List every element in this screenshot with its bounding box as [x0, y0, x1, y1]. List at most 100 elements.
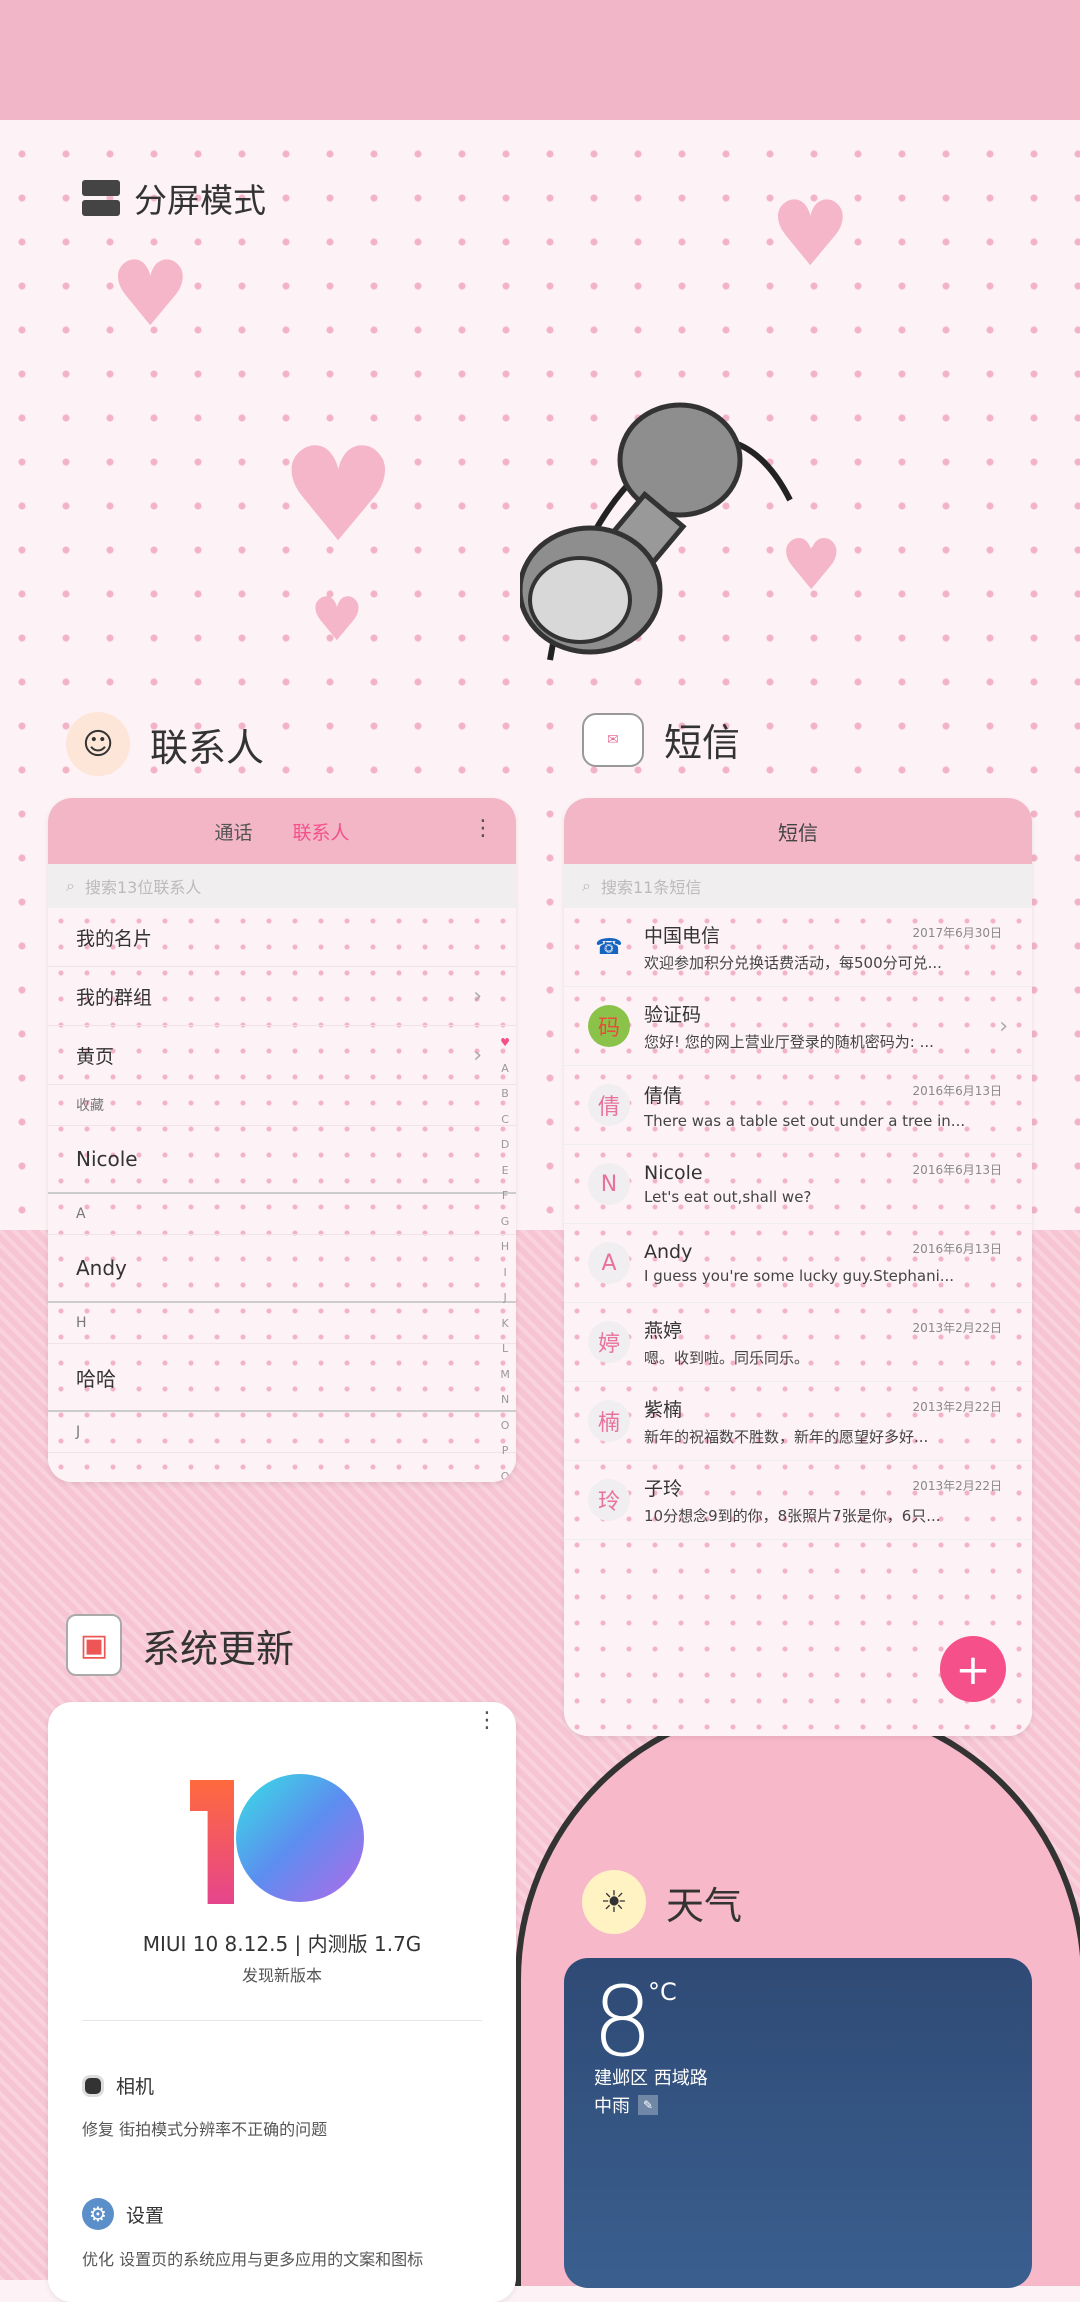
miui-logo [190, 1774, 370, 1904]
message-date: 2016年6月13日 [912, 1084, 1002, 1098]
contacts-tab-bar: 通话 联系人 ⋮ [48, 798, 516, 864]
sms-search-input[interactable]: ⌕ 搜索11条短信 [564, 864, 1032, 908]
message-date: 2013年2月22日 [912, 1400, 1002, 1414]
camera-icon [82, 2074, 104, 2097]
alphabet-letter[interactable]: I [503, 1260, 506, 1286]
contact-avatar: 码 [588, 1005, 630, 1047]
section-header: H [48, 1303, 516, 1344]
message-row[interactable]: 婷燕婷 嗯。收到啦。同乐同乐。 2013年2月22日 [564, 1303, 1032, 1382]
alphabet-letter[interactable]: B [501, 1081, 509, 1107]
alphabet-letter[interactable]: L [502, 1336, 508, 1362]
list-item-label: A [76, 1206, 86, 1222]
contacts-tabs: 通话 联系人 [214, 818, 349, 845]
message-row[interactable]: 倩倩倩 There was a table set out under a tre… [564, 1066, 1032, 1145]
gear-icon: ⚙ [82, 2198, 114, 2230]
contact-avatar: N [588, 1163, 630, 1205]
split-mode-header[interactable]: 分屏模式 [82, 174, 266, 222]
contact-avatar: A [588, 1242, 630, 1284]
list-item-label: Andy [76, 1256, 127, 1280]
message-date: 2016年6月13日 [912, 1163, 1002, 1177]
alphabet-letter[interactable]: F [502, 1183, 508, 1209]
chevron-right-icon: › [999, 1013, 1008, 1039]
contacts-widget-title[interactable]: ☺ 联系人 [66, 712, 264, 776]
heart-decoration: ♥ [310, 585, 364, 655]
alphabet-index[interactable]: ♥ABCDEFGHIJKLMNOPQRSTU [500, 1030, 510, 1482]
heart-decoration: ♥ [770, 182, 851, 287]
update-widget-title[interactable]: ▣ 系统更新 [66, 1614, 294, 1676]
list-item-label: H [76, 1315, 87, 1331]
message-row[interactable]: ☎ 中国电信 欢迎参加积分兑换话费活动，每500分可兑... 2017年6月30日 [564, 908, 1032, 987]
sms-widget-title[interactable]: ✉ 短信 [582, 712, 740, 767]
message-text: 验证码 您好! 您的网上营业厅登录的随机密码为: ... [644, 1000, 1008, 1052]
message-row[interactable]: 码验证码 您好! 您的网上营业厅登录的随机密码为: ... › [564, 987, 1032, 1066]
alphabet-letter[interactable]: J [503, 1285, 506, 1311]
alphabet-letter[interactable]: C [501, 1107, 509, 1133]
list-item[interactable]: Andy [48, 1235, 516, 1303]
message-preview: There was a table set out under a tree i… [644, 1111, 966, 1130]
message-date: 2016年6月13日 [912, 1242, 1002, 1256]
new-message-button[interactable]: + [940, 1636, 1006, 1702]
message-row[interactable]: 玲子玲 10分想念9到的你，8张照片7张是你，6只... 2013年2月22日 [564, 1461, 1032, 1540]
contact-avatar: 玲 [588, 1479, 630, 1521]
alphabet-letter[interactable]: P [502, 1438, 509, 1464]
weather-widget-title[interactable]: ☀ 天气 [582, 1870, 742, 1934]
update-status: 发现新版本 [241, 1966, 322, 1985]
chevron-right-icon: › [473, 983, 482, 1009]
alphabet-letter[interactable]: H [501, 1234, 509, 1260]
update-app-icon: ▣ [66, 1614, 122, 1676]
weather-condition-row: 中雨 ✎ [594, 2092, 658, 2118]
dumbbell-illustration [520, 402, 793, 661]
sms-widget-label: 短信 [664, 721, 741, 765]
edit-icon[interactable]: ✎ [638, 2095, 658, 2115]
logo-zero-shape [236, 1774, 364, 1902]
weather-card[interactable]: 8 °C 建邺区 西域路 中雨 ✎ [564, 1958, 1032, 2288]
section-header: A [48, 1194, 516, 1235]
contacts-search-input[interactable]: ⌕ 搜索13位联系人 [48, 864, 516, 908]
message-preview: 10分想念9到的你，8张照片7张是你，6只... [644, 1507, 941, 1525]
contacts-widget-label: 联系人 [150, 725, 265, 770]
list-item[interactable]: 哈哈 [48, 1344, 516, 1412]
more-options-icon[interactable]: ⋮ [476, 1708, 498, 1733]
tab-0[interactable]: 通话 [214, 818, 252, 845]
alphabet-letter[interactable]: N [501, 1387, 509, 1413]
message-row[interactable]: N Nicole Let's eat out,shall we? 2016年6月13日 [564, 1145, 1032, 1224]
alphabet-letter[interactable]: O [501, 1413, 510, 1439]
update-item-desc: 修复 街拍模式分辨率不正确的问题 [82, 2120, 328, 2139]
alphabet-letter[interactable]: ♥ [500, 1030, 510, 1056]
alphabet-letter[interactable]: M [500, 1362, 510, 1388]
message-date: 2013年2月22日 [912, 1479, 1002, 1493]
tab-1[interactable]: 联系人 [293, 818, 350, 845]
update-widget-label: 系统更新 [142, 1626, 295, 1671]
alphabet-letter[interactable]: D [501, 1132, 509, 1158]
section-header: J [48, 1412, 516, 1453]
search-icon: ⌕ [582, 876, 591, 895]
alphabet-letter[interactable]: K [501, 1311, 508, 1337]
temperature: 8 [592, 1966, 654, 2078]
alphabet-letter[interactable]: Q [501, 1464, 510, 1483]
section-header: 收藏 [48, 1085, 516, 1126]
message-preview: Let's eat out,shall we? [644, 1188, 812, 1206]
list-item[interactable]: 黄页 › [48, 1026, 516, 1085]
list-item[interactable]: 我的名片 [48, 908, 516, 967]
contacts-app-icon: ☺ [66, 712, 130, 776]
alphabet-letter[interactable]: E [502, 1158, 509, 1184]
update-item-desc: 优化 设置页的系统应用与更多应用的文案和图标 [82, 2250, 424, 2269]
list-item[interactable]: 我的群组 › [48, 967, 516, 1026]
heart-decoration: ♥ [280, 419, 397, 571]
more-options-icon[interactable]: ⋮ [472, 816, 494, 841]
alphabet-letter[interactable]: G [501, 1209, 510, 1235]
message-row[interactable]: 楠紫楠 新年的祝福数不胜数，新年的愿望好多好... 2013年2月22日 [564, 1382, 1032, 1461]
list-item-label: 哈哈 [76, 1366, 116, 1391]
message-row[interactable]: A Andy I guess you're some lucky guy.Steph… [564, 1224, 1032, 1303]
contacts-list: 我的名片 我的群组 › 黄页 › 收藏 Nicole A Andy H 哈哈 J ♥ A B C D E F G H I J… [48, 908, 516, 1482]
message-date: 2013年2月22日 [912, 1321, 1002, 1335]
list-item-label: 我的群组 [76, 986, 153, 1009]
lace-border [0, 0, 1080, 120]
chevron-right-icon: › [473, 1042, 482, 1068]
alphabet-letter[interactable]: A [501, 1056, 509, 1082]
contact-avatar: ☎ [595, 934, 623, 960]
message-preview: 欢迎参加积分兑换话费活动，每500分可兑... [644, 954, 942, 972]
list-item[interactable]: Nicole [48, 1126, 516, 1194]
sms-list: ☎ 中国电信 欢迎参加积分兑换话费活动，每500分可兑... 2017年6月30日码验… [564, 908, 1032, 1736]
list-item-label: J [76, 1424, 81, 1440]
